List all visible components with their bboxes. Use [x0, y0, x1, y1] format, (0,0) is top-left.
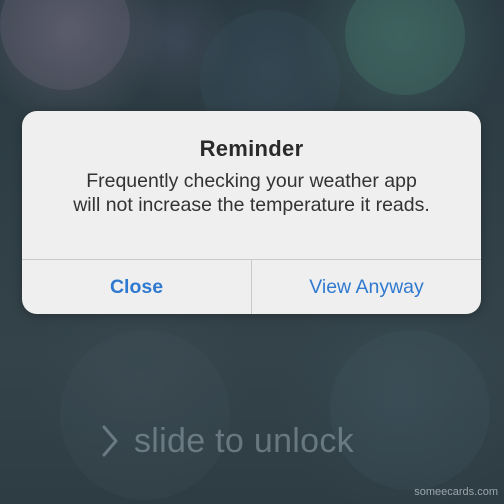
view-anyway-button[interactable]: View Anyway	[252, 260, 481, 314]
alert-body: Reminder Frequently checking your weathe…	[22, 111, 481, 259]
alert-title: Reminder	[199, 136, 304, 161]
wallpaper-bokeh	[330, 330, 490, 490]
lock-screen: Reminder Frequently checking your weathe…	[0, 0, 504, 504]
alert-message: Frequently checking your weather app wil…	[73, 170, 430, 216]
alert-actions: Close View Anyway	[22, 259, 481, 314]
alert-dialog: Reminder Frequently checking your weathe…	[22, 111, 481, 314]
slide-to-unlock-label: slide to unlock	[134, 421, 354, 460]
chevron-right-icon	[102, 425, 118, 457]
slide-to-unlock-slider[interactable]: slide to unlock	[96, 418, 354, 464]
watermark: someecards.com	[414, 486, 498, 498]
close-button[interactable]: Close	[22, 260, 251, 314]
wallpaper-bokeh	[60, 330, 230, 500]
wallpaper-bokeh	[0, 0, 130, 90]
wallpaper-bokeh	[345, 0, 465, 95]
